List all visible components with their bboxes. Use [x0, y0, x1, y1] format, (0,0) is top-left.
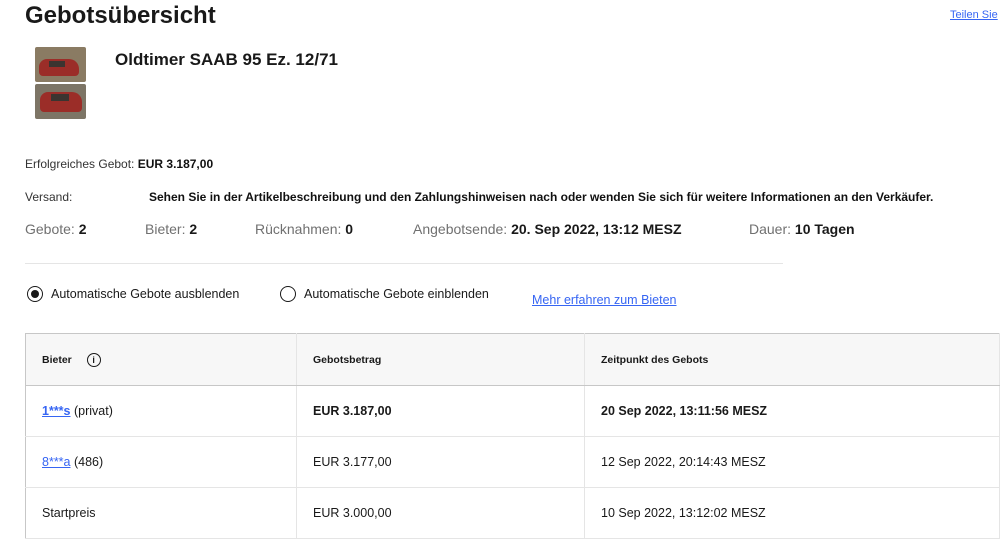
hide-auto-bids-radio[interactable]: Automatische Gebote ausblenden: [27, 286, 239, 302]
bidder-cell: Startpreis: [25, 487, 297, 539]
share-link[interactable]: Teilen Sie: [950, 9, 998, 21]
item-thumbnail-1[interactable]: [35, 47, 86, 82]
winning-bid-label: Erfolgreiches Gebot:: [25, 157, 135, 171]
item-thumbnail-2[interactable]: [35, 84, 86, 119]
page-title: Gebotsübersicht: [25, 2, 216, 29]
radio-unselected-icon[interactable]: [280, 286, 296, 302]
bidder-link[interactable]: 1***s: [42, 404, 71, 418]
radio-selected-icon[interactable]: [27, 286, 43, 302]
bids-table: Bieter i Gebotsbetrag Zeitpunkt des Gebo…: [25, 333, 1000, 539]
bidder-suffix: (486): [70, 455, 104, 469]
table-row: Startpreis EUR 3.000,00 10 Sep 2022, 13:…: [25, 487, 1000, 539]
time-cell: 10 Sep 2022, 13:12:02 MESZ: [584, 487, 1000, 539]
amount-cell: EUR 3.187,00: [296, 385, 585, 437]
table-row: 8***a (486) EUR 3.177,00 12 Sep 2022, 20…: [25, 436, 1000, 488]
learn-more-link[interactable]: Mehr erfahren zum Bieten: [532, 293, 677, 307]
bidder-cell: 1***s (privat): [25, 385, 297, 437]
item-title[interactable]: Oldtimer SAAB 95 Ez. 12/71: [115, 50, 338, 70]
start-price-label: Startpreis: [42, 506, 96, 520]
header-time: Zeitpunkt des Gebots: [584, 333, 1000, 386]
amount-cell: EUR 3.177,00: [296, 436, 585, 488]
winning-bid-row: Erfolgreiches Gebot: EUR 3.187,00: [25, 157, 213, 171]
divider: [25, 263, 783, 264]
winning-bid-value: EUR 3.187,00: [137, 157, 214, 171]
info-icon[interactable]: i: [86, 352, 101, 367]
stat-duration: Dauer: 10 Tagen: [749, 221, 855, 237]
time-cell: 20 Sep 2022, 13:11:56 MESZ: [584, 385, 1000, 437]
stat-retractions: Rücknahmen: 0: [255, 221, 354, 237]
table-header-row: Bieter i Gebotsbetrag Zeitpunkt des Gebo…: [25, 333, 1000, 386]
stat-auction-end: Angebotsende: 20. Sep 2022, 13:12 MESZ: [413, 221, 682, 237]
shipping-label: Versand:: [25, 190, 73, 204]
bidder-suffix: (privat): [70, 404, 113, 418]
time-cell: 12 Sep 2022, 20:14:43 MESZ: [584, 436, 1000, 488]
bidder-cell: 8***a (486): [25, 436, 297, 488]
stat-bids: Gebote: 2: [25, 221, 87, 237]
hide-auto-bids-label[interactable]: Automatische Gebote ausblenden: [51, 287, 239, 301]
show-auto-bids-radio[interactable]: Automatische Gebote einblenden: [280, 286, 489, 302]
header-bidder: Bieter i: [25, 333, 297, 386]
stat-bidders: Bieter: 2: [145, 221, 198, 237]
header-amount: Gebotsbetrag: [296, 333, 585, 386]
table-row: 1***s (privat) EUR 3.187,00 20 Sep 2022,…: [25, 385, 1000, 437]
show-auto-bids-label[interactable]: Automatische Gebote einblenden: [304, 287, 489, 301]
amount-cell: EUR 3.000,00: [296, 487, 585, 539]
shipping-text: Sehen Sie in der Artikelbeschreibung und…: [149, 190, 934, 204]
bidder-link[interactable]: 8***a: [42, 455, 71, 469]
